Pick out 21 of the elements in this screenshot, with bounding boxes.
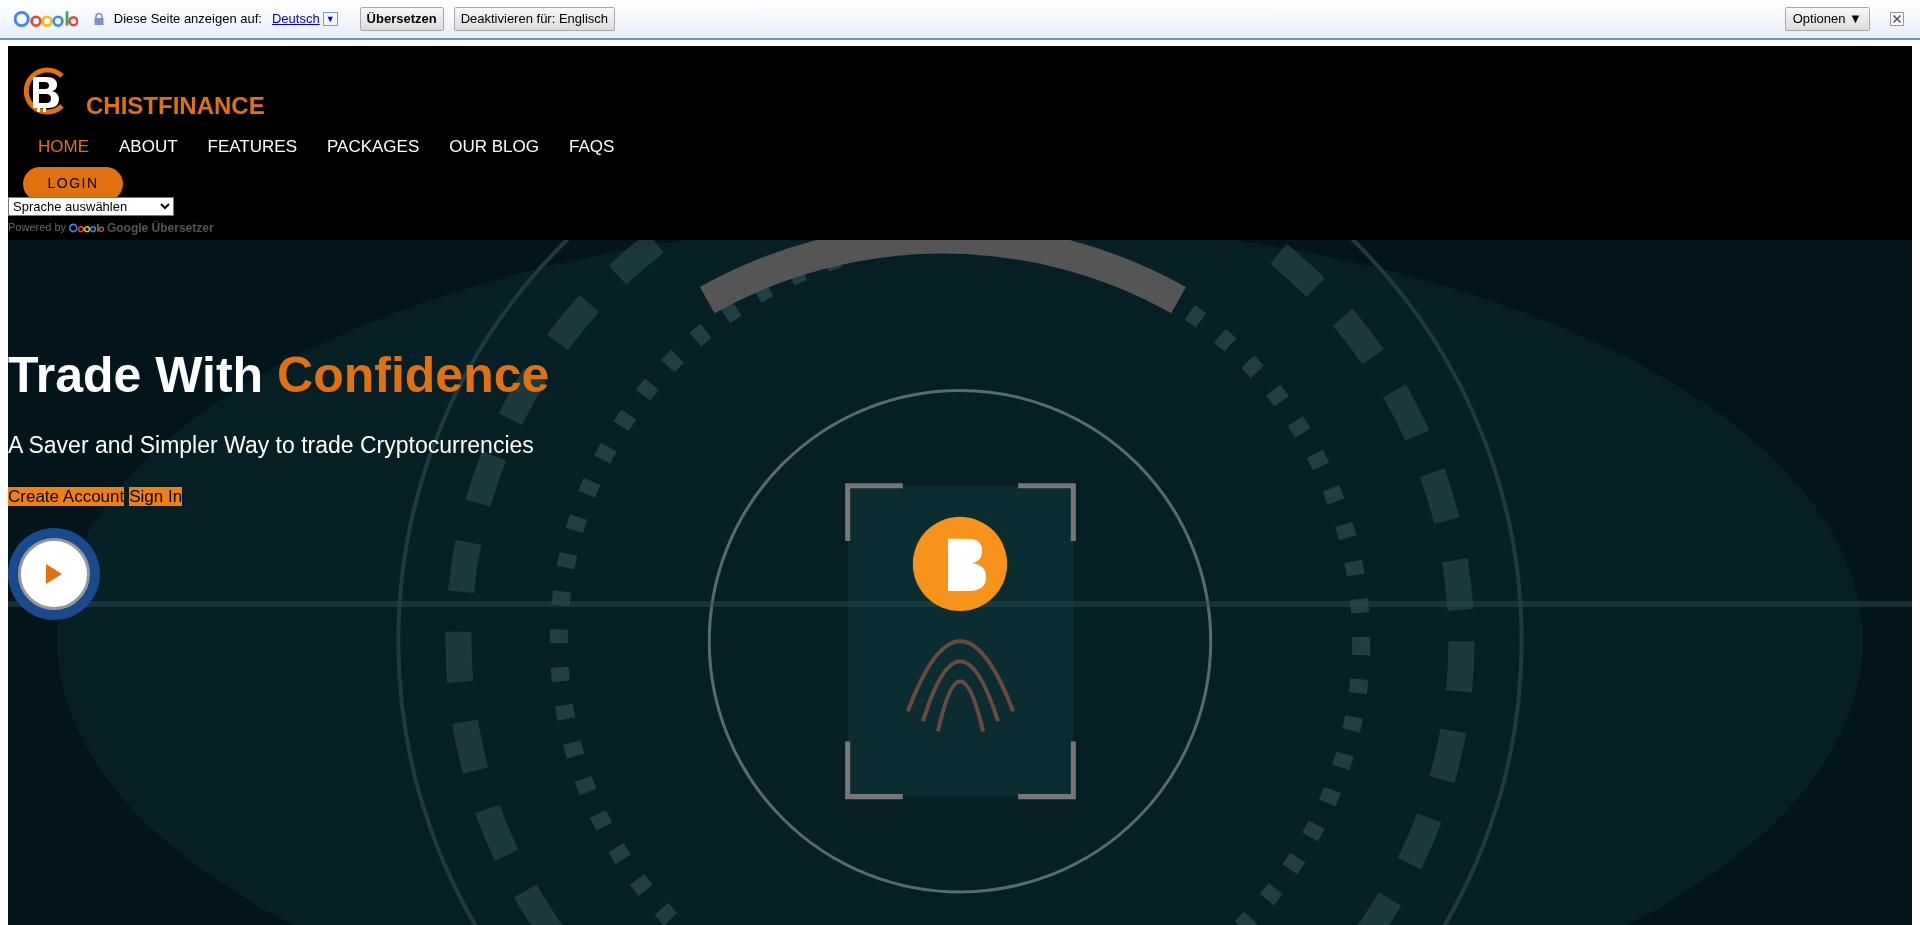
close-icon[interactable] xyxy=(1890,12,1904,26)
nav-link[interactable]: HOME xyxy=(38,134,89,160)
nav-link[interactable]: PACKAGES xyxy=(327,134,420,160)
translator-name: Google Übersetzer xyxy=(106,219,214,237)
language-link[interactable]: Deutsch xyxy=(271,9,320,29)
translate-button[interactable]: Übersetzen xyxy=(359,7,444,31)
powered-by-label: Powered by xyxy=(8,220,67,236)
brand-name[interactable]: CHISTFINANCE xyxy=(86,94,265,118)
options-button[interactable]: Optionen ▼ xyxy=(1784,7,1870,31)
play-icon xyxy=(46,563,62,584)
language-dropdown[interactable]: ▼ xyxy=(322,12,338,26)
translate-prompt: Diese Seite anzeigen auf: xyxy=(113,10,262,29)
nav-link[interactable]: OUR BLOG xyxy=(449,134,539,160)
nav-link[interactable]: FEATURES xyxy=(207,134,297,160)
language-select[interactable]: Sprache auswählen xyxy=(8,196,174,216)
disable-translation-button[interactable]: Deaktivieren für: Englisch xyxy=(453,7,616,31)
hero-subtitle: A Saver and Simpler Way to trade Cryptocurrencies xyxy=(8,431,534,460)
hero-title: Trade With Confidence xyxy=(8,350,550,400)
nav-link[interactable]: ABOUT xyxy=(119,134,178,160)
lock-icon xyxy=(93,13,104,25)
nav-link[interactable]: FAQS xyxy=(569,134,615,160)
